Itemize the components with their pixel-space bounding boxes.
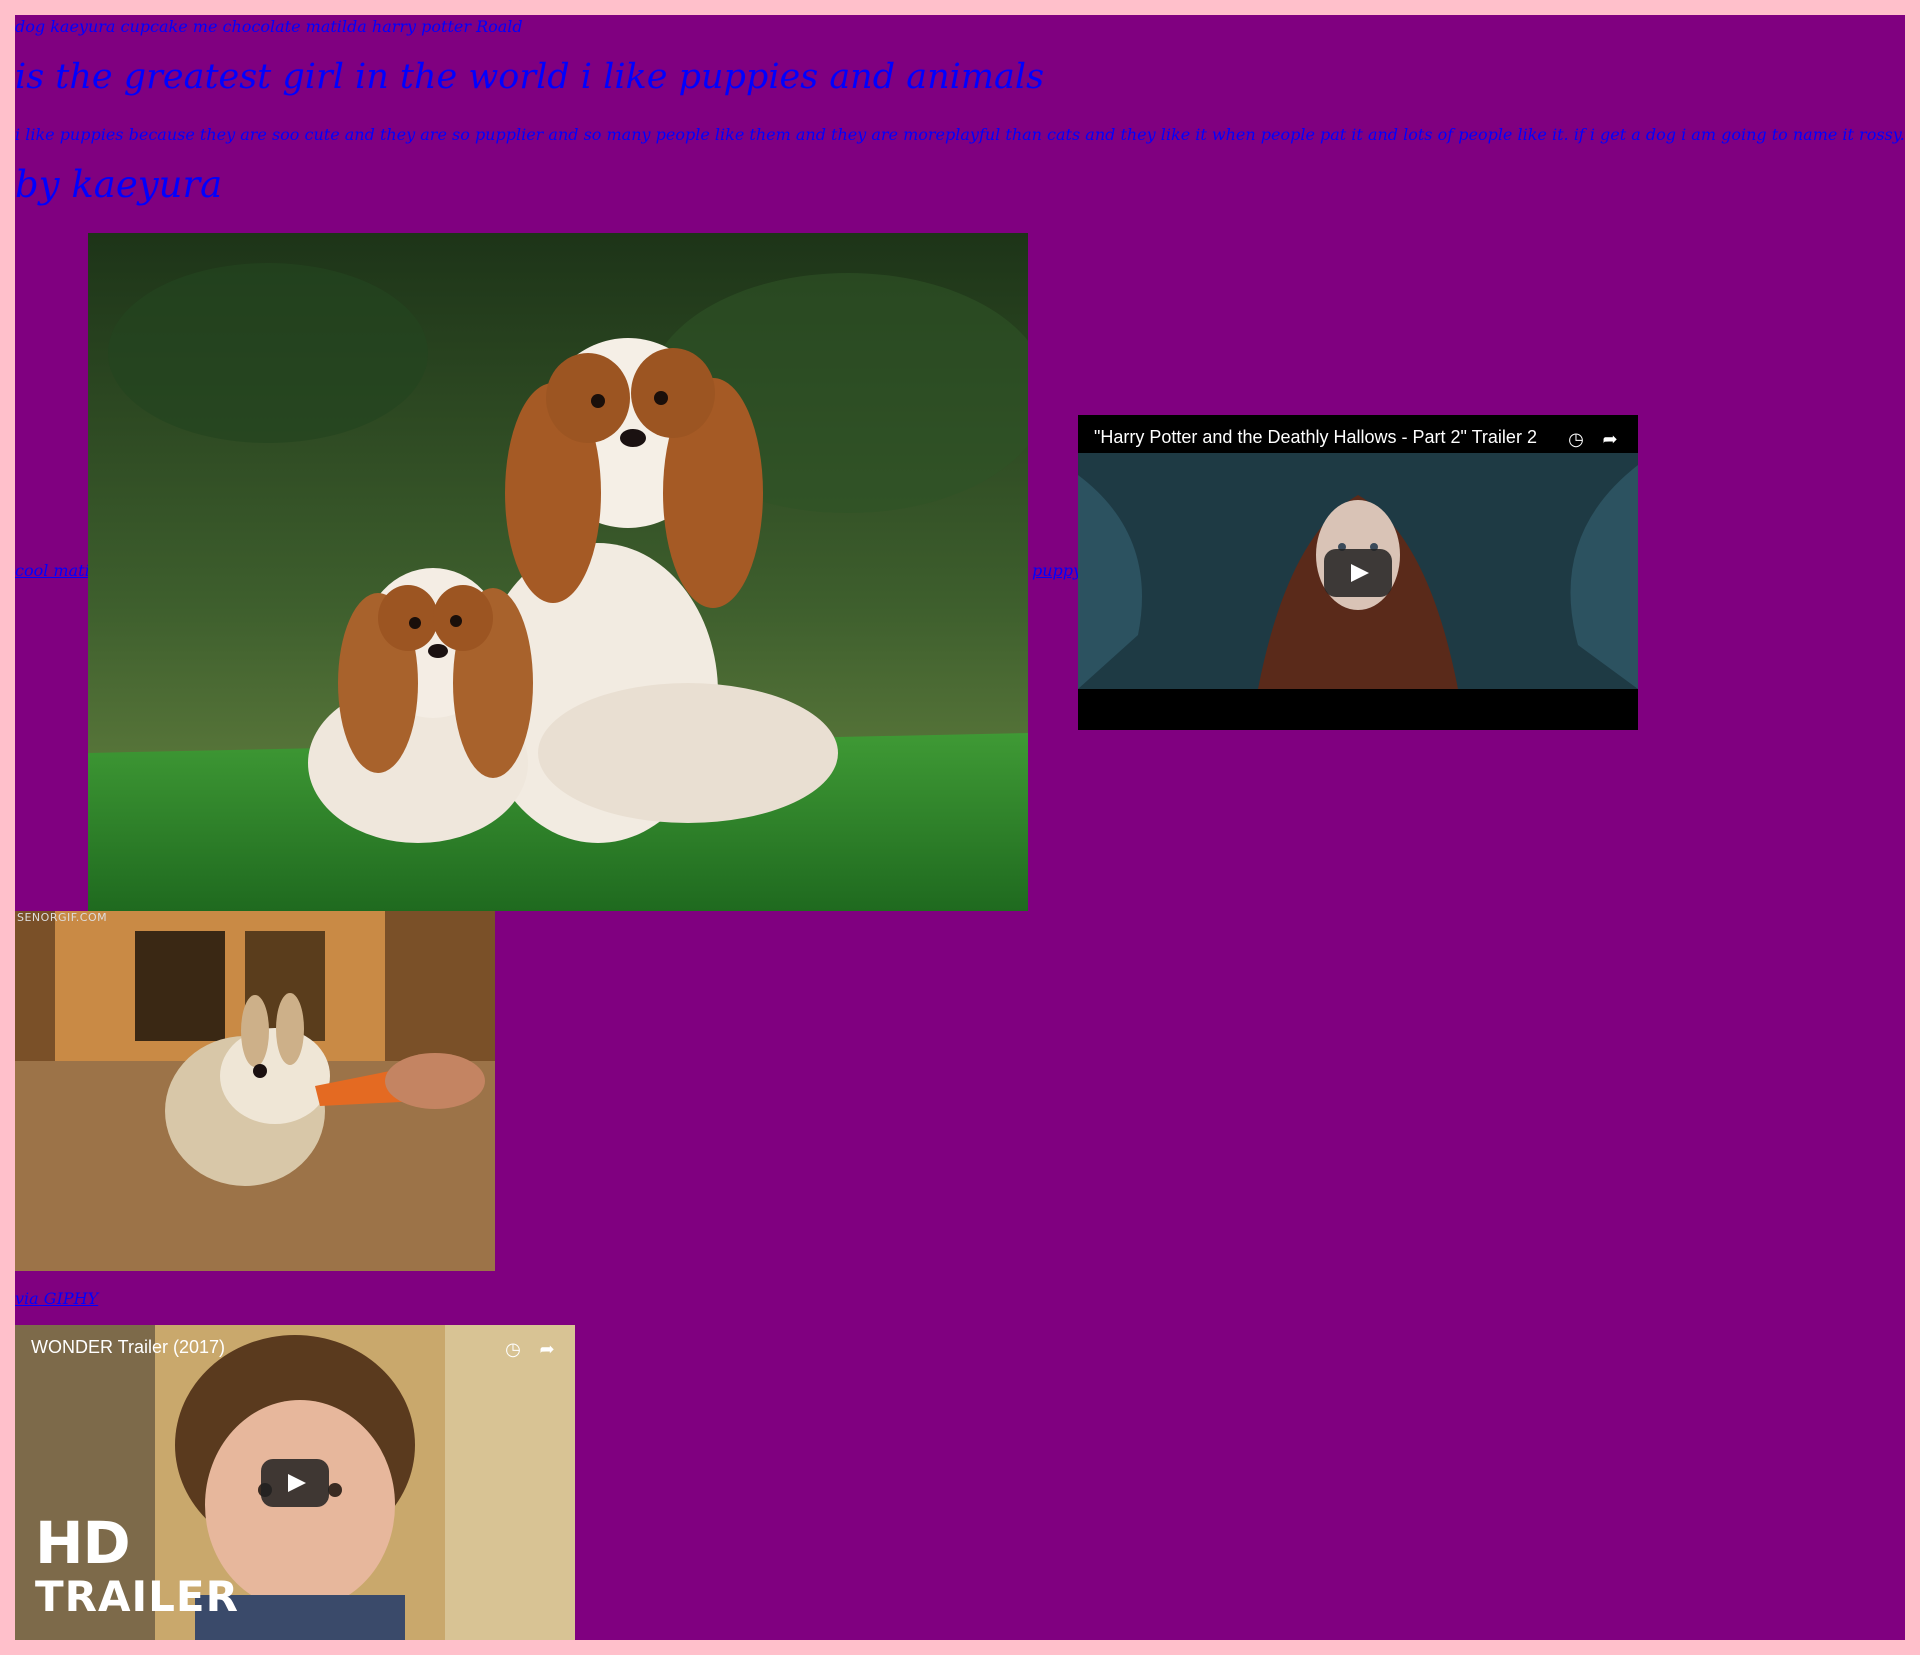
- harry-potter-video[interactable]: ◷ ➦ "Harry Potter and the Deathly Hallow…: [1078, 415, 1638, 730]
- via-giphy-link[interactable]: via GIPHY: [15, 1289, 98, 1308]
- watch-later-clock-icon[interactable]: ◷: [501, 1337, 525, 1361]
- dogs-image: [88, 233, 1028, 911]
- author-byline: by kaeyura: [15, 163, 223, 206]
- top-tagline: dog kaeyura cupcake me chocolate matilda…: [15, 17, 523, 36]
- bunny-gif: SENORGIF.COM: [15, 911, 495, 1271]
- dogs-illustration: [88, 233, 1028, 911]
- watch-later-clock-icon[interactable]: ◷: [1564, 427, 1588, 451]
- trailer-text: TRAILER: [35, 1572, 239, 1621]
- video-title: WONDER Trailer (2017): [31, 1337, 226, 1357]
- page-headline: is the greatest girl in the world i like…: [15, 57, 1045, 97]
- content-area: dog kaeyura cupcake me chocolate matilda…: [15, 15, 1905, 1640]
- intro-paragraph: i like puppies because they are soo cute…: [15, 125, 1905, 144]
- bunny-illustration: [15, 911, 495, 1271]
- puppy-link[interactable]: puppy: [1032, 561, 1082, 580]
- share-icon[interactable]: ➦: [1598, 427, 1622, 451]
- video-title: "Harry Potter and the Deathly Hallows - …: [1094, 427, 1537, 447]
- play-button-icon[interactable]: [261, 1459, 329, 1507]
- hd-trailer-overlay: HD TRAILER: [35, 1514, 239, 1623]
- share-icon[interactable]: ➦: [535, 1337, 559, 1361]
- wonder-trailer-video[interactable]: HD TRAILER ◷ ➦ WONDER Trailer (2017): [15, 1325, 575, 1640]
- hd-text: HD: [35, 1509, 131, 1577]
- play-button-icon[interactable]: [1324, 549, 1392, 597]
- senorgif-watermark: SENORGIF.COM: [17, 911, 108, 924]
